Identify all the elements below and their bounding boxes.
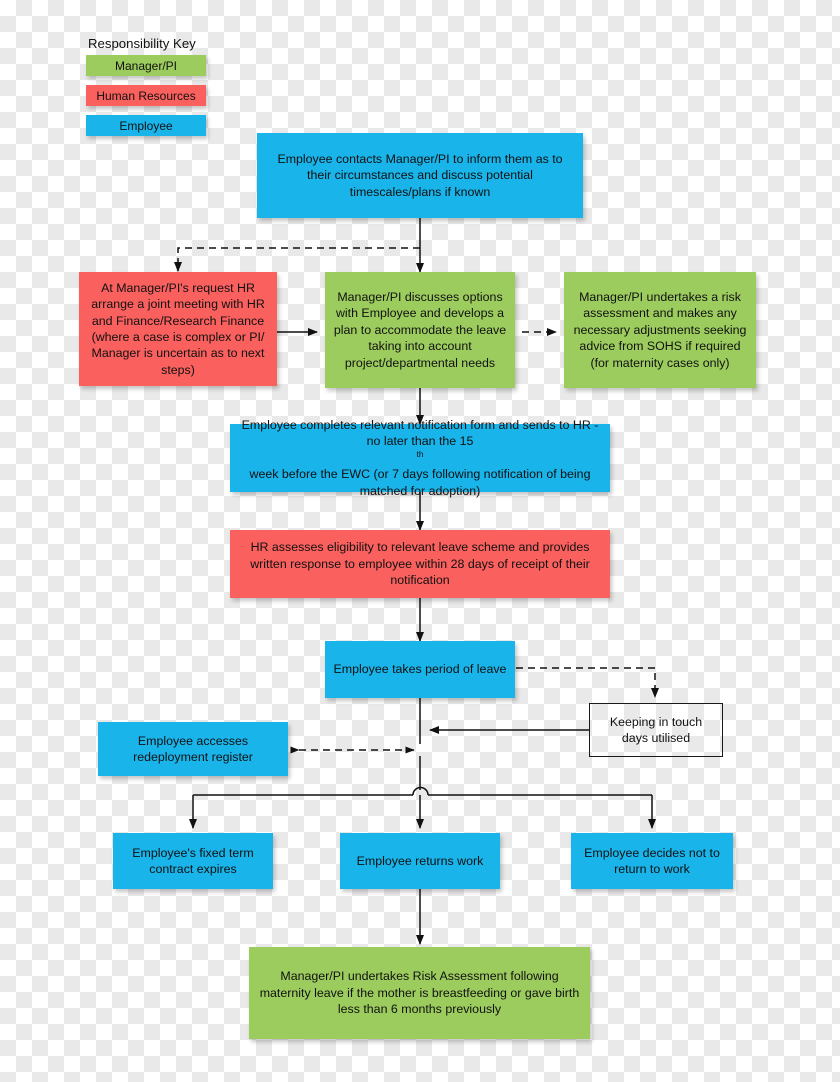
wire-contacts-to-hr-meeting [174, 247, 420, 272]
node-employee-contacts-text: Employee contacts Manager/PI to inform t… [277, 151, 563, 199]
node-employee-notification-form-text: Employee completes relevant notification… [238, 417, 602, 499]
node-hr-assesses-text: HR assesses eligibility to relevant leav… [250, 540, 590, 588]
node-keeping-in-touch-text: Keeping in touch days utilised [609, 714, 703, 745]
legend-title: Responsibility Key [88, 36, 196, 51]
node-redeployment-register: Employee accesses redeployment register [98, 722, 288, 776]
node-manager-discusses: Manager/PI discusses options with Employ… [325, 272, 515, 388]
node-final-risk-assessment-text: Manager/PI undertakes Risk Assessment fo… [259, 969, 580, 1017]
node-manager-risk-assessment-text: Manager/PI undertakes a risk assessment … [573, 290, 747, 370]
node-employee-returns: Employee returns work [340, 833, 500, 889]
notification-ordinal-suffix: th [416, 448, 424, 459]
wire-takes-leave-to-keeping [516, 667, 659, 698]
node-redeployment-register-text: Employee accesses redeployment register [133, 733, 253, 764]
node-employee-notification-form: Employee completes relevant notification… [230, 418, 610, 498]
legend-chip-manager: Manager/PI [86, 55, 206, 76]
node-hr-assesses: HR assesses eligibility to relevant leav… [230, 530, 610, 598]
legend-chip-human-resources: Human Resources [86, 85, 206, 106]
node-keeping-in-touch: Keeping in touch days utilised [589, 703, 723, 757]
legend-chip-employee: Employee [86, 115, 206, 136]
legend-label-human-resources: Human Resources [96, 88, 196, 103]
notification-text-after: week before the EWC (or 7 days following… [249, 467, 591, 498]
wire-split-bar-arc [412, 786, 429, 796]
responsibility-key: Responsibility Key Manager/PI Human Reso… [86, 36, 206, 145]
node-employee-not-return-text: Employee decides not to return to work [584, 845, 720, 876]
flowchart-canvas: Responsibility Key Manager/PI Human Reso… [0, 0, 840, 1082]
node-employee-contacts: Employee contacts Manager/PI to inform t… [257, 133, 583, 218]
node-employee-takes-leave-text: Employee takes period of leave [333, 662, 507, 677]
legend-label-manager: Manager/PI [114, 58, 178, 73]
node-final-risk-assessment: Manager/PI undertakes Risk Assessment fo… [249, 947, 590, 1039]
node-employee-returns-text: Employee returns work [356, 853, 484, 868]
node-hr-joint-meeting-text: At Manager/PI's request HR arrange a joi… [91, 280, 265, 377]
node-fixed-term-expires-text: Employee's fixed term contract expires [132, 845, 254, 876]
node-manager-discusses-text: Manager/PI discusses options with Employ… [333, 290, 507, 370]
node-hr-joint-meeting: At Manager/PI's request HR arrange a joi… [79, 272, 277, 386]
node-manager-risk-assessment: Manager/PI undertakes a risk assessment … [564, 272, 756, 388]
node-fixed-term-expires: Employee's fixed term contract expires [113, 833, 273, 889]
node-employee-not-return: Employee decides not to return to work [571, 833, 733, 889]
legend-label-employee: Employee [119, 118, 173, 133]
node-employee-takes-leave: Employee takes period of leave [325, 641, 515, 698]
notification-text-before: Employee completes relevant notification… [241, 418, 599, 449]
